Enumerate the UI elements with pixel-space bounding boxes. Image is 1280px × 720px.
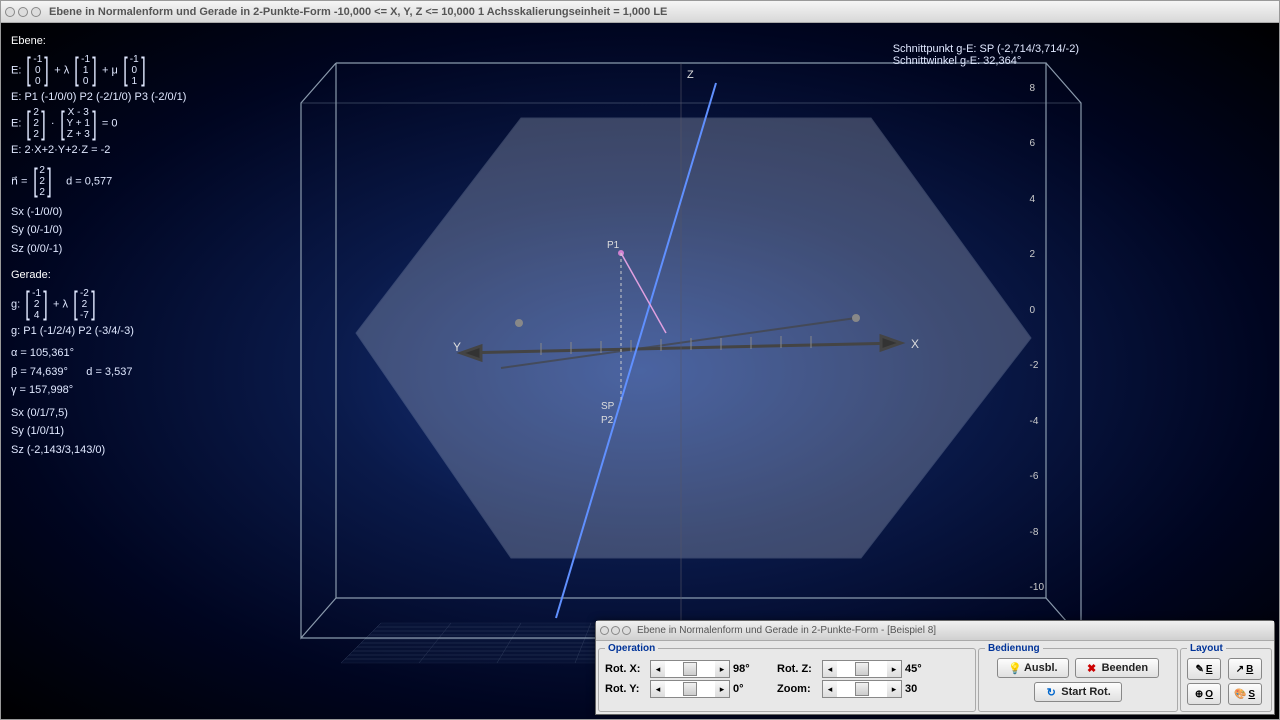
arrow-right-icon[interactable]: ▸ — [715, 661, 729, 677]
main-titlebar[interactable]: Ebene in Normalenform und Gerade in 2-Pu… — [1, 1, 1279, 23]
layout-b-button[interactable]: ↗B — [1228, 658, 1262, 680]
layout-s-button[interactable]: 🎨S — [1228, 683, 1262, 705]
palette-icon: 🎨 — [1234, 689, 1246, 700]
pencil-icon: ✎ — [1195, 664, 1203, 675]
minimize-icon[interactable] — [18, 7, 28, 17]
operation-group: Operation Rot. X: ◂▸ 98° Rot. Y: ◂▸ — [598, 643, 976, 712]
layout-e-button[interactable]: ✎E — [1187, 658, 1221, 680]
x-icon: ✖ — [1086, 662, 1098, 674]
maximize-icon[interactable] — [622, 626, 631, 635]
rotx-label: Rot. X: — [605, 663, 647, 675]
control-title: Ebene in Normalenform und Gerade in 2-Pu… — [637, 625, 936, 636]
p1-label: P1 — [607, 240, 620, 251]
arrow-right-icon[interactable]: ▸ — [887, 681, 901, 697]
rotz-slider[interactable]: ◂▸ — [822, 660, 902, 678]
target-icon: ⊕ — [1195, 689, 1203, 700]
close-icon[interactable] — [600, 626, 609, 635]
intersection-info: Schnittpunkt g-E: SP (-2,714/3,714/-2) S… — [893, 43, 1079, 67]
wand-icon: ↗ — [1236, 664, 1244, 675]
layout-group: Layout ✎E ↗B ⊕O 🎨S — [1180, 643, 1272, 712]
roty-slider[interactable]: ◂▸ — [650, 680, 730, 698]
rotx-value: 98° — [733, 663, 763, 675]
maximize-icon[interactable] — [31, 7, 41, 17]
bedienung-legend: Bedienung — [985, 643, 1043, 654]
arrow-left-icon[interactable]: ◂ — [823, 661, 837, 677]
p2-label: P2 — [601, 415, 614, 426]
layout-legend: Layout — [1187, 643, 1226, 654]
operation-legend: Operation — [605, 643, 658, 654]
zoom-value: 30 — [905, 683, 935, 695]
info-panel: Ebene: E: [-100] + λ [-110] + μ [-101] E… — [11, 33, 311, 460]
arrow-left-icon[interactable]: ◂ — [823, 681, 837, 697]
arrow-left-icon[interactable]: ◂ — [651, 681, 665, 697]
control-titlebar[interactable]: Ebene in Normalenform und Gerade in 2-Pu… — [596, 621, 1274, 641]
gerade-title: Gerade: — [11, 267, 311, 284]
right-axis-ticks: 86 42 0-2 -4-6 -8-10 — [1030, 83, 1044, 593]
refresh-icon: ↻ — [1045, 686, 1057, 698]
axis-x-label: X — [911, 337, 919, 351]
window-buttons[interactable] — [5, 7, 41, 17]
main-title: Ebene in Normalenform und Gerade in 2-Pu… — [49, 6, 667, 18]
axis-z-label: Z — [687, 69, 694, 81]
minimize-icon[interactable] — [611, 626, 620, 635]
bedienung-group: Bedienung 💡Ausbl. ✖Beenden ↻Start Rot. — [978, 643, 1178, 712]
close-icon[interactable] — [5, 7, 15, 17]
roty-label: Rot. Y: — [605, 683, 647, 695]
start-rotation-button[interactable]: ↻Start Rot. — [1034, 682, 1122, 702]
arrow-right-icon[interactable]: ▸ — [887, 661, 901, 677]
rotz-label: Rot. Z: — [777, 663, 819, 675]
ebene-title: Ebene: — [11, 33, 311, 50]
zoom-label: Zoom: — [777, 683, 819, 695]
ausblenden-button[interactable]: 💡Ausbl. — [997, 658, 1069, 678]
lightbulb-icon: 💡 — [1008, 662, 1020, 674]
main-window: Ebene in Normalenform und Gerade in 2-Pu… — [0, 0, 1280, 720]
zoom-slider[interactable]: ◂▸ — [822, 680, 902, 698]
rotx-slider[interactable]: ◂▸ — [650, 660, 730, 678]
arrow-right-icon[interactable]: ▸ — [715, 681, 729, 697]
rotz-value: 45° — [905, 663, 935, 675]
roty-value: 0° — [733, 683, 763, 695]
sp-label: SP — [601, 401, 615, 412]
control-window[interactable]: Ebene in Normalenform und Gerade in 2-Pu… — [595, 620, 1275, 715]
control-window-buttons[interactable] — [600, 626, 631, 635]
layout-o-button[interactable]: ⊕O — [1187, 683, 1221, 705]
viewport-3d[interactable]: X Y Z P1 P2 SP 86 42 0-2 -4-6 -8-10 Eben… — [1, 23, 1279, 719]
arrow-left-icon[interactable]: ◂ — [651, 661, 665, 677]
axis-y-label: Y — [453, 340, 461, 354]
beenden-button[interactable]: ✖Beenden — [1075, 658, 1159, 678]
